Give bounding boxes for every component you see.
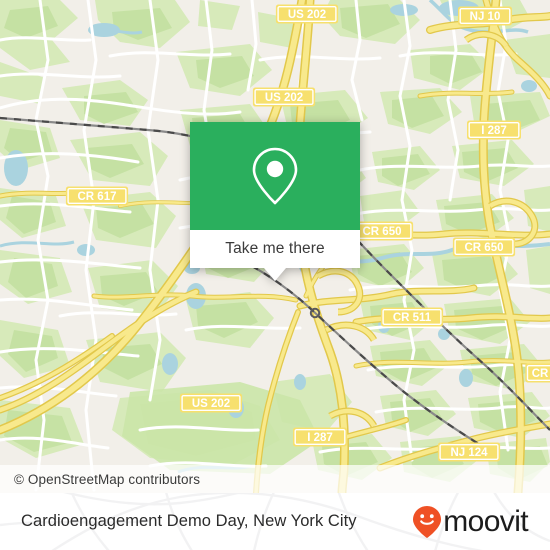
popup-tail — [264, 268, 286, 281]
highway-shield: I 287 — [293, 427, 347, 447]
map-canvas[interactable]: US 202 NJ 10 US 202 I 287 CR 617 CR 650 CR 650… — [0, 0, 550, 493]
moovit-pin-smiley-icon — [413, 505, 442, 538]
highway-shield: CR — [525, 363, 550, 383]
popup-header — [190, 122, 360, 230]
location-title: Cardioengagement Demo Day, New York City — [21, 512, 357, 530]
map-pin-icon — [252, 147, 298, 205]
take-me-there-button[interactable]: Take me there — [190, 230, 360, 281]
svg-text:NJ 124: NJ 124 — [450, 447, 488, 459]
svg-text:NJ 10: NJ 10 — [470, 11, 501, 23]
osm-attribution-text: © OpenStreetMap contributors — [14, 471, 201, 487]
location-popup-card[interactable]: Take me there — [190, 122, 360, 281]
svg-text:CR: CR — [532, 368, 549, 380]
take-me-there-label: Take me there — [225, 240, 325, 257]
moovit-map-screenshot: US 202 NJ 10 US 202 I 287 CR 617 CR 650 CR 650… — [0, 0, 550, 550]
svg-text:I 287: I 287 — [481, 125, 507, 137]
svg-text:CR 511: CR 511 — [393, 312, 432, 324]
osm-attribution-bar[interactable]: © OpenStreetMap contributors — [0, 465, 550, 493]
svg-text:I 287: I 287 — [307, 432, 333, 444]
highway-shield: CR 617 — [65, 186, 129, 206]
svg-text:CR 617: CR 617 — [78, 191, 117, 203]
highway-shield: US 202 — [275, 4, 339, 24]
highway-shield: NJ 124 — [437, 442, 501, 462]
highway-shield: US 202 — [179, 393, 243, 413]
highway-shield: I 287 — [467, 120, 521, 140]
highway-shield: CR 650 — [452, 237, 516, 257]
svg-text:US 202: US 202 — [265, 92, 303, 104]
svg-text:US 202: US 202 — [192, 398, 230, 410]
moovit-logo[interactable]: moovit — [412, 504, 529, 539]
svg-text:CR 650: CR 650 — [465, 242, 504, 254]
highway-shield: NJ 10 — [458, 6, 512, 26]
highway-shield: US 202 — [252, 87, 316, 107]
svg-text:CR 650: CR 650 — [363, 226, 402, 238]
highway-shield: CR 650 — [350, 221, 414, 241]
moovit-wordmark: moovit — [443, 504, 528, 538]
footer-bar: Cardioengagement Demo Day, New York City… — [0, 493, 550, 550]
highway-shield: CR 511 — [380, 307, 444, 327]
svg-text:US 202: US 202 — [288, 9, 326, 21]
